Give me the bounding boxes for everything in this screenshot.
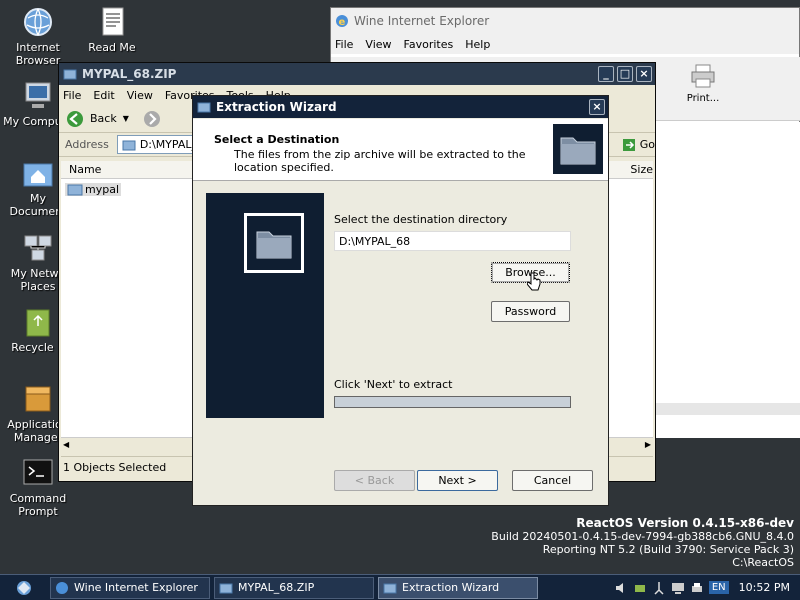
terminal-icon [22,457,54,489]
list-item-label: mypal [85,183,120,196]
wine-ie-statusbar [651,403,800,415]
taskbar: Wine Internet Explorer MYPAL_68.ZIP Extr… [0,574,800,600]
password-button[interactable]: Password [491,301,570,322]
ie-icon: e [335,14,349,28]
wizard-titlebar[interactable]: Extraction Wizard × [193,96,608,118]
network-icon[interactable] [652,581,666,595]
close-button[interactable]: × [589,99,605,115]
cancel-button[interactable]: Cancel [512,470,593,491]
back-label[interactable]: Back [90,112,117,125]
maximize-button[interactable]: □ [617,66,633,82]
recycle-bin-icon [22,306,54,338]
start-button[interactable] [0,576,50,600]
page-subtitle: The files from the zip archive will be e… [234,148,526,174]
svg-text:e: e [339,17,346,28]
language-indicator[interactable]: EN [708,581,729,594]
destination-label: Select the destination directory [334,213,508,226]
menu-file[interactable]: File [335,38,353,51]
go-arrow-icon[interactable] [622,138,636,152]
volume-icon[interactable] [614,581,628,595]
folder-icon [63,67,77,81]
extract-hint: Click 'Next' to extract [334,378,453,391]
task-wine-ie[interactable]: Wine Internet Explorer [50,576,210,599]
menu-edit[interactable]: Edit [93,89,114,102]
task-label: Wine Internet Explorer [74,581,198,594]
close-button[interactable]: × [636,66,652,82]
go-label[interactable]: Go [640,138,655,151]
zip-titlebar[interactable]: MYPAL_68.ZIP _ □ × [59,63,655,85]
extraction-progress-bar [334,396,571,408]
task-label: MYPAL_68.ZIP [238,581,315,594]
safely-remove-icon[interactable] [633,581,647,595]
back-button[interactable]: < Back [334,470,415,491]
folder-icon [383,581,397,595]
task-extraction-wizard[interactable]: Extraction Wizard [378,576,538,599]
column-size[interactable]: Size [630,163,653,176]
package-icon [22,383,54,415]
wizard-side-image [244,213,304,273]
menu-favorites[interactable]: Favorites [404,38,454,51]
menu-view[interactable]: View [365,38,391,51]
wizard-side-panel [206,193,324,418]
version-line-3: Reporting NT 5.2 (Build 3790: Service Pa… [542,543,794,556]
menu-file[interactable]: File [63,89,81,102]
version-info: ReactOS Version 0.4.15-x86-dev Build 202… [491,516,794,570]
zip-title: MYPAL_68.ZIP [82,67,177,81]
wine-ie-titlebar[interactable]: e Wine Internet Explorer [331,8,799,34]
minimize-button[interactable]: _ [598,66,614,82]
address-folder-icon [122,139,136,151]
version-line-2: Build 20240501-0.4.15-dev-7994-gb388cb6.… [491,530,794,543]
globe-icon [22,6,54,38]
computer-icon[interactable] [671,581,685,595]
folder-icon [197,100,211,114]
address-label: Address [65,138,109,151]
system-tray: EN 10:52 PM [614,575,800,600]
status-text: 1 Objects Selected [63,461,167,474]
network-icon [22,232,54,264]
reactos-logo-icon [10,578,40,598]
print-button[interactable]: Print... [683,63,723,104]
version-line-1: ReactOS Version 0.4.15-x86-dev [576,516,794,530]
print-label: Print... [686,93,720,104]
forward-arrow-icon[interactable] [143,110,161,128]
clock[interactable]: 10:52 PM [739,581,790,594]
wine-ie-title: Wine Internet Explorer [354,14,490,28]
folder-icon [247,216,301,270]
home-folder-icon [22,157,54,189]
document-icon [96,6,128,38]
desktop-icon-internet-browser[interactable]: Internet Browser [0,6,76,67]
task-label: Extraction Wizard [402,581,500,594]
extraction-wizard-dialog[interactable]: Extraction Wizard × Select a Destination… [192,95,609,506]
menu-help[interactable]: Help [465,38,490,51]
desktop-icon-read-me[interactable]: Read Me [74,6,150,54]
address-value: D:\MYPAL_ [139,138,197,151]
printer-icon[interactable] [690,581,704,595]
back-dropdown-icon[interactable]: ▼ [123,114,129,123]
menu-view[interactable]: View [127,89,153,102]
folder-icon [219,581,233,595]
scroll-left-icon[interactable]: ◀ [63,440,69,449]
wizard-header: Select a Destination The files from the … [193,119,608,181]
wine-ie-menubar: File View Favorites Help [331,34,799,54]
folder-icon [67,183,83,196]
next-button[interactable]: Next > [417,470,498,491]
printer-icon [689,63,717,89]
computer-icon [22,80,54,112]
scroll-right-icon[interactable]: ▶ [645,440,651,449]
version-line-4: C:\ReactOS [732,556,794,569]
mouse-cursor-icon [526,272,541,292]
folder-icon [553,124,603,174]
page-title: Select a Destination [214,133,340,146]
task-zip-window[interactable]: MYPAL_68.ZIP [214,576,374,599]
ie-icon [55,581,69,595]
wizard-title: Extraction Wizard [216,100,337,114]
list-item[interactable]: mypal [65,183,122,196]
desktop: Internet Browser Read Me My Compute My D… [0,0,800,574]
destination-input[interactable] [334,231,571,251]
back-arrow-icon[interactable] [65,110,85,128]
